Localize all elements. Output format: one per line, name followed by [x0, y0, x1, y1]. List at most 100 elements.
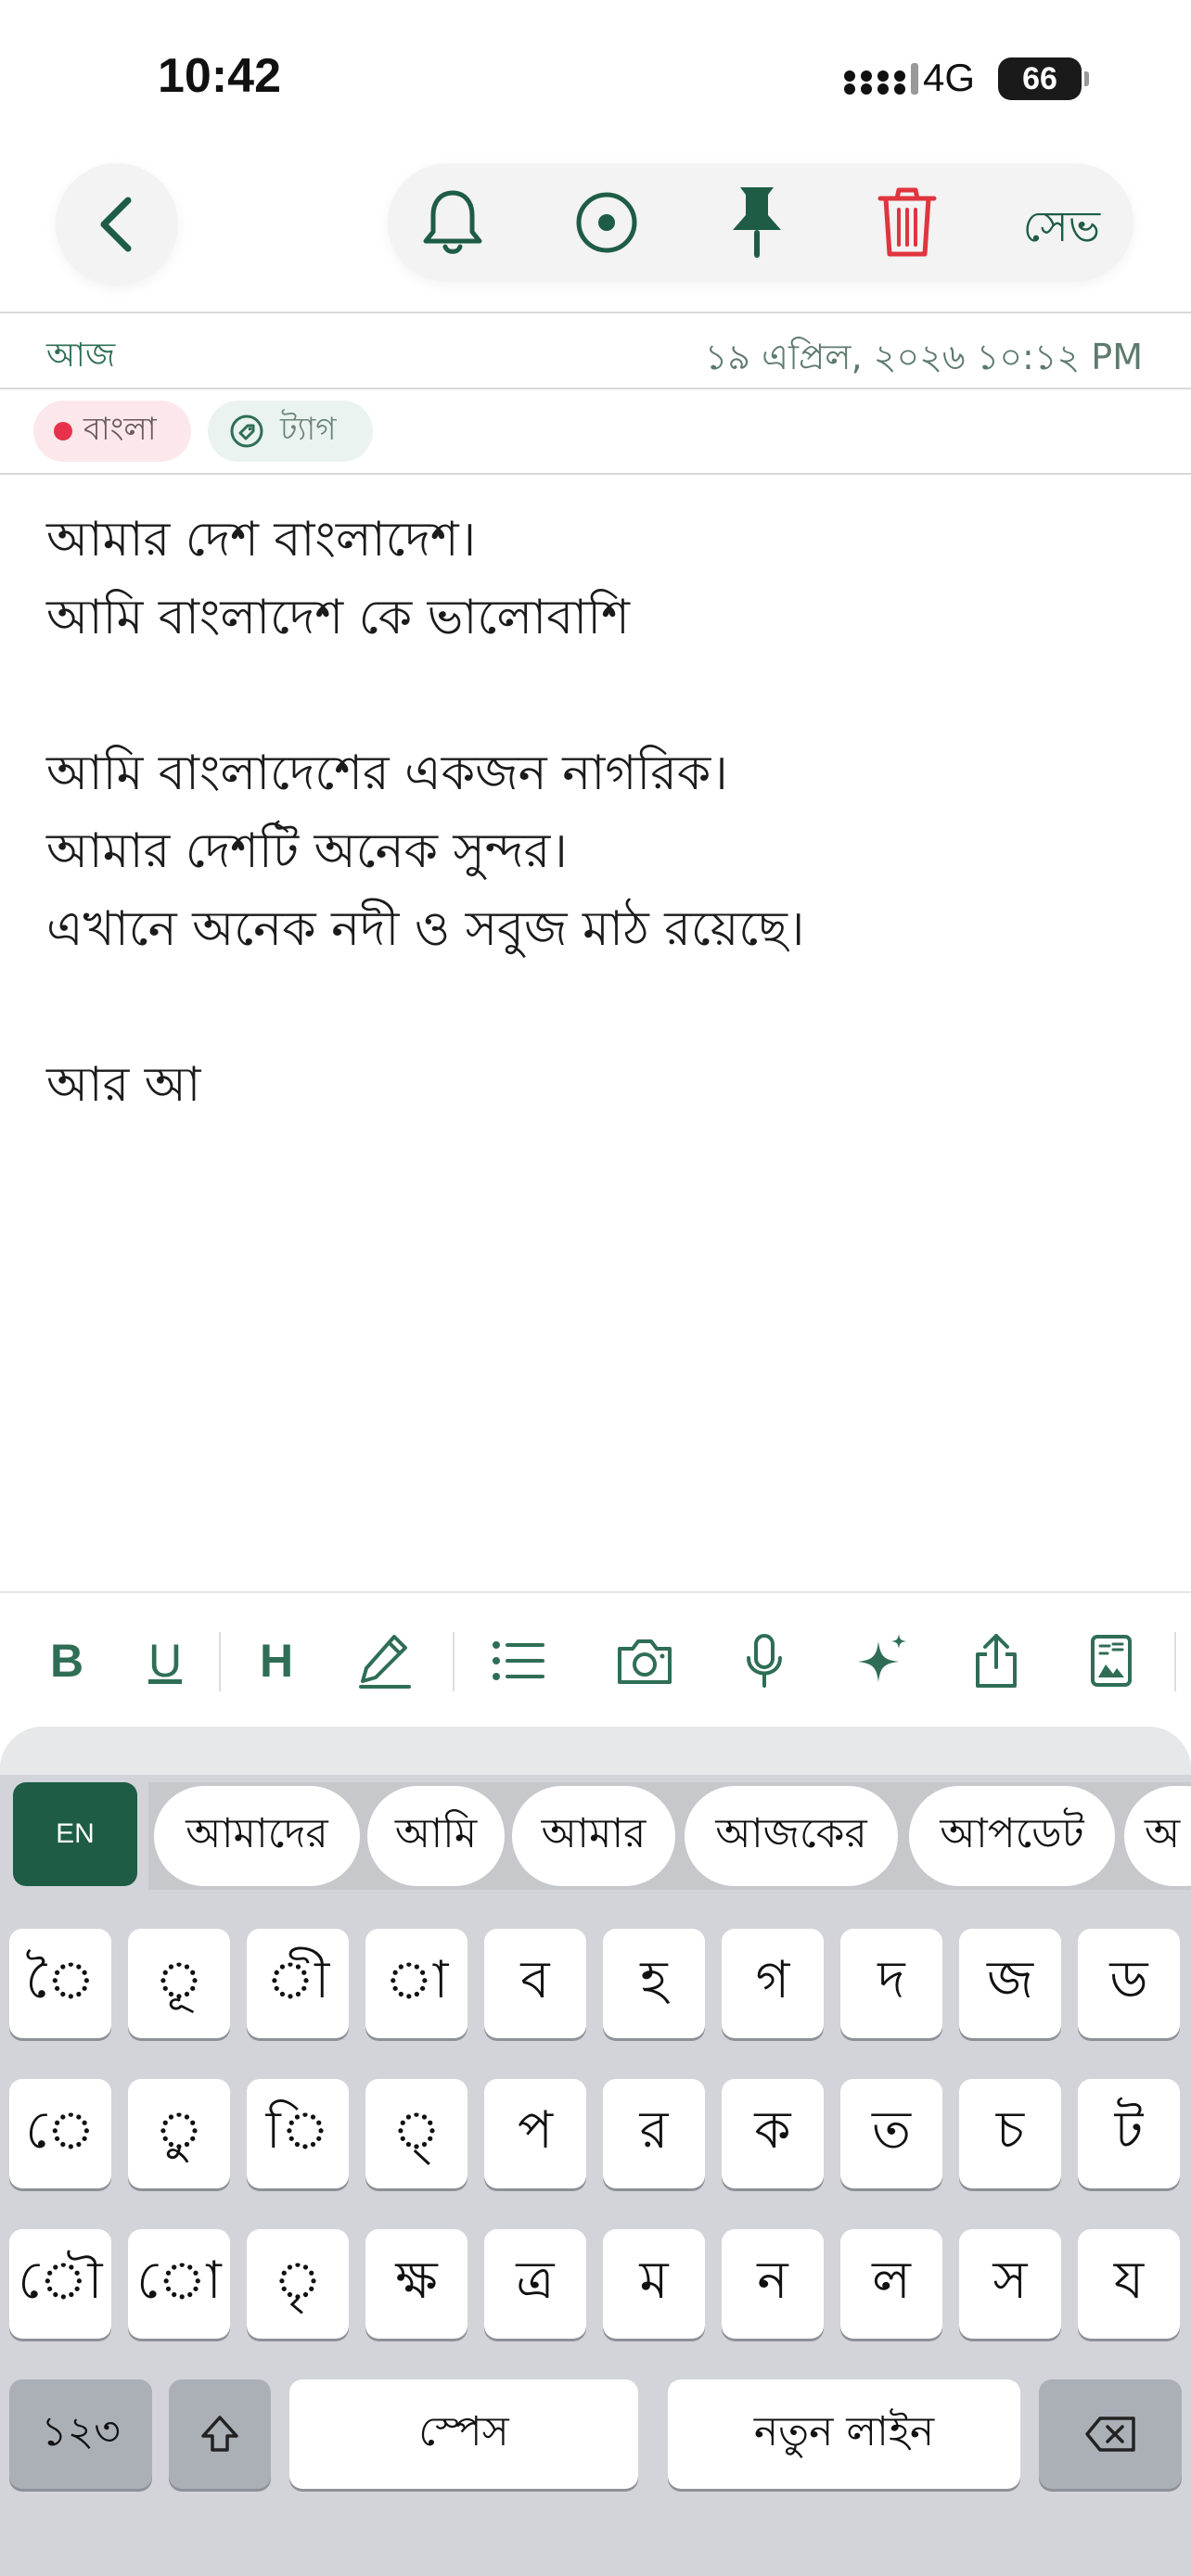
key[interactable]: ট: [1078, 2079, 1180, 2188]
key[interactable]: ত: [840, 2079, 942, 2188]
battery-level: 66: [1022, 60, 1057, 96]
key[interactable]: ৌ: [9, 2229, 111, 2339]
scan-document-button[interactable]: [1083, 1628, 1139, 1693]
language-chip-label: বাংলা: [83, 410, 157, 448]
underline-button[interactable]: U: [139, 1628, 191, 1693]
key[interactable]: ক্ষ: [365, 2229, 467, 2339]
suggestion-chip[interactable]: আমাদের: [154, 1786, 360, 1886]
key[interactable]: হ: [603, 1929, 705, 2038]
camera-button[interactable]: [612, 1628, 677, 1693]
note-line: আমি বাংলাদেশ কে ভালোবাশি: [46, 590, 630, 645]
suggestion-chip[interactable]: অ: [1124, 1786, 1191, 1886]
language-switch-key[interactable]: EN: [13, 1782, 137, 1886]
note-line: আমার দেশটি অনেক সুন্দর।: [46, 823, 568, 879]
key[interactable]: ৃ: [247, 2229, 349, 2339]
key[interactable]: ব: [484, 1929, 586, 2038]
key[interactable]: প: [484, 2079, 586, 2188]
note-line: আমি বাংলাদেশের একজন নাগরিক।: [46, 746, 728, 801]
note-toolbar: সেভ: [388, 163, 1133, 282]
key[interactable]: ন: [722, 2229, 824, 2339]
record-icon: [576, 192, 637, 253]
bell-icon: [423, 190, 482, 254]
key[interactable]: ী: [247, 1929, 349, 2038]
save-button[interactable]: সেভ: [1023, 195, 1100, 265]
language-dot-icon: [54, 422, 72, 440]
key[interactable]: ক: [722, 2079, 824, 2188]
pin-button[interactable]: [718, 184, 796, 261]
status-time: 10:42: [158, 49, 281, 103]
shift-icon: [201, 2416, 238, 2452]
newline-key[interactable]: নতুন লাইন: [668, 2379, 1020, 2489]
key[interactable]: ূ: [128, 1929, 230, 2038]
key[interactable]: ে: [9, 2079, 111, 2188]
heading-button[interactable]: H: [249, 1628, 304, 1693]
backspace-key[interactable]: [1039, 2379, 1182, 2489]
share-button[interactable]: [968, 1628, 1024, 1693]
toolbar-separator: [453, 1632, 455, 1691]
tag-chip[interactable]: ট্যাগ: [208, 401, 373, 462]
key[interactable]: জ: [959, 1929, 1061, 2038]
key[interactable]: ু: [128, 2079, 230, 2188]
note-line: এখানে অনেক নদী ও সবুজ মাঠ রয়েছে।: [46, 901, 805, 957]
suggestion-chip[interactable]: আমি: [367, 1786, 505, 1886]
note-datetime: ১৯ এপ্রিল, ২০২৬ ১০:১২ PM: [704, 337, 1143, 377]
camera-icon: [618, 1639, 672, 1684]
list-button[interactable]: [488, 1628, 549, 1693]
bold-button[interactable]: B: [41, 1628, 93, 1693]
pin-icon: [733, 187, 781, 258]
tag-icon: [228, 413, 265, 450]
highlighter-icon: [359, 1635, 411, 1689]
key[interactable]: া: [365, 1929, 467, 2038]
suggestion-chip[interactable]: আমার: [512, 1786, 675, 1886]
note-line: [46, 968, 1141, 1046]
key[interactable]: চ: [959, 2079, 1061, 2188]
status-bar: 10:42 4G 66: [0, 0, 1191, 139]
toolbar-separator: [1174, 1632, 1176, 1691]
date-day-label: আজ: [46, 337, 116, 375]
backspace-icon: [1085, 2417, 1135, 2452]
microphone-button[interactable]: [736, 1628, 792, 1693]
underline-label: U: [147, 1635, 183, 1687]
key[interactable]: গ: [722, 1929, 824, 2038]
divider: [0, 473, 1191, 475]
key[interactable]: ড: [1078, 1929, 1180, 2038]
suggestion-chip[interactable]: আপডেট: [909, 1786, 1115, 1886]
language-chip[interactable]: বাংলা: [33, 401, 191, 462]
trash-icon: [877, 187, 937, 257]
divider: [0, 388, 1191, 389]
record-button[interactable]: [568, 184, 646, 261]
key[interactable]: ত্র: [484, 2229, 586, 2339]
suggestion-chip[interactable]: আজকের: [685, 1786, 898, 1886]
reminder-button[interactable]: [414, 184, 492, 261]
key[interactable]: দ: [840, 1929, 942, 2038]
shift-key[interactable]: [169, 2379, 271, 2489]
key[interactable]: ো: [128, 2229, 230, 2339]
key[interactable]: ্: [365, 2079, 467, 2188]
keyboard-top-strip: [0, 1727, 1191, 1775]
bold-label: B: [49, 1635, 84, 1687]
ai-assist-button[interactable]: [852, 1628, 913, 1693]
note-editor[interactable]: আমার দেশ বাংলাদেশ। আমি বাংলাদেশ কে ভালোব…: [46, 501, 1141, 1124]
key[interactable]: র: [603, 2079, 705, 2188]
delete-button[interactable]: [868, 184, 946, 261]
key[interactable]: ি: [247, 2079, 349, 2188]
list-icon: [493, 1641, 544, 1680]
note-line: আমার দেশ বাংলাদেশ।: [46, 512, 477, 567]
share-icon: [976, 1634, 1017, 1688]
key[interactable]: ম: [603, 2229, 705, 2339]
format-toolbar: B U H: [0, 1591, 1191, 1728]
highlight-button[interactable]: [354, 1628, 416, 1693]
bangla-keyboard: EN আমাদের আমি আমার আজকের আপডেট অ ৈ ূ ী া…: [0, 1727, 1191, 2576]
divider: [0, 312, 1191, 313]
suggestion-bar: আমাদের আমি আমার আজকের আপডেট অ: [148, 1782, 1191, 1890]
note-line: [46, 657, 1141, 734]
document-scan-icon: [1091, 1635, 1132, 1687]
back-button[interactable]: [56, 163, 178, 286]
key[interactable]: স: [959, 2229, 1061, 2339]
key[interactable]: ল: [840, 2229, 942, 2339]
key[interactable]: ৈ: [9, 1929, 111, 2038]
space-key[interactable]: স্পেস: [289, 2379, 638, 2489]
numbers-key[interactable]: ১২৩: [9, 2379, 152, 2489]
key[interactable]: য: [1078, 2229, 1180, 2339]
battery-icon: 66: [998, 57, 1089, 100]
